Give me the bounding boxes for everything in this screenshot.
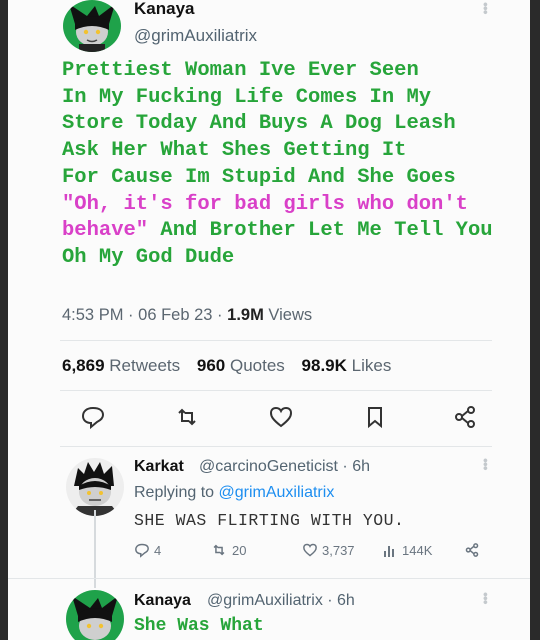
retweets-stat[interactable]: 6,869 Retweets (62, 356, 180, 375)
reply1-views-button[interactable]: 144K (382, 542, 432, 558)
likes-stat[interactable]: 98.9K Likes (302, 356, 392, 375)
reply2-author-name[interactable]: Kanaya (134, 592, 191, 610)
reply1-reply-button[interactable]: 4 (134, 542, 161, 558)
reply1-author-name[interactable]: Karkat (134, 458, 184, 476)
quotes-stat[interactable]: 960 Quotes (197, 356, 285, 375)
views-count: 1.9M (227, 306, 264, 324)
reply2-text: She Was What (134, 616, 264, 636)
reply2-age[interactable]: 6h (337, 592, 355, 609)
more-options-icon[interactable]: ••• (478, 458, 494, 470)
replying-to: Replying to @grimAuxiliatrix (134, 484, 335, 501)
tweet-last-line: Oh My God Dude (62, 245, 235, 269)
tweet-time[interactable]: 4:53 PM (62, 306, 123, 324)
divider (60, 390, 492, 391)
tweet-line-4: Ask Her What Shes Getting It (62, 139, 407, 163)
more-options-icon[interactable]: ••• (478, 2, 494, 14)
reply1-share-button[interactable] (464, 542, 480, 558)
tweet-quote-paragraph: "Oh, it's for bad girls who don't behave… (62, 192, 530, 245)
retweet-icon[interactable] (174, 404, 200, 430)
divider (60, 340, 492, 341)
author-name[interactable]: Kanaya (134, 0, 194, 19)
tweet-stats: 6,869 Retweets 960 Quotes 98.9K Likes (62, 356, 391, 376)
avatar-kanaya-reply[interactable] (66, 590, 124, 640)
more-options-icon[interactable]: ••• (478, 592, 494, 604)
avatar-karkat[interactable] (66, 458, 124, 516)
tweet-line-1: Prettiest Woman Ive Ever Seen (62, 59, 419, 82)
tweet-quote-after: And Brother Let Me Tell You (148, 219, 493, 243)
divider (8, 578, 530, 579)
tweet-text: Prettiest Woman Ive Ever Seen In My Fuck… (62, 58, 530, 272)
replying-to-link[interactable]: @grimAuxiliatrix (219, 484, 335, 501)
reply1-actions: 4 20 3,737 144K (134, 542, 484, 564)
tweet-meta: 4:53 PM · 06 Feb 23 · 1.9M Views (62, 306, 313, 324)
tweet-line-5: For Cause Im Stupid And She Goes (62, 165, 456, 189)
reply1-age[interactable]: 6h (352, 458, 370, 475)
thread-line (94, 510, 96, 588)
tweet-line-2: In My Fucking Life Comes In My (62, 85, 432, 109)
reply-icon[interactable] (80, 404, 106, 430)
reply1-text: SHE WAS FLIRTING WITH YOU. (134, 511, 405, 530)
reply1-like-button[interactable]: 3,737 (302, 542, 355, 558)
bookmark-icon[interactable] (362, 404, 388, 430)
author-handle[interactable]: @grimAuxiliatrix (134, 26, 257, 46)
like-icon[interactable] (268, 404, 294, 430)
reply2-author-handle: @grimAuxiliatrix · 6h (207, 592, 355, 609)
views-label: Views (268, 306, 313, 324)
divider (60, 446, 492, 447)
tweet-date[interactable]: 06 Feb 23 (138, 306, 212, 324)
tweet-card: Kanaya @grimAuxiliatrix ••• Prettiest Wo… (8, 0, 530, 640)
reply1-retweet-button[interactable]: 20 (210, 542, 246, 558)
tweet-line-3: Store Today And Buys A Dog Leash (62, 112, 456, 136)
share-icon[interactable] (452, 404, 478, 430)
tweet-actions (80, 404, 480, 434)
reply1-author-handle: @carcinoGeneticist · 6h (199, 458, 370, 475)
avatar-kanaya[interactable] (63, 0, 121, 52)
